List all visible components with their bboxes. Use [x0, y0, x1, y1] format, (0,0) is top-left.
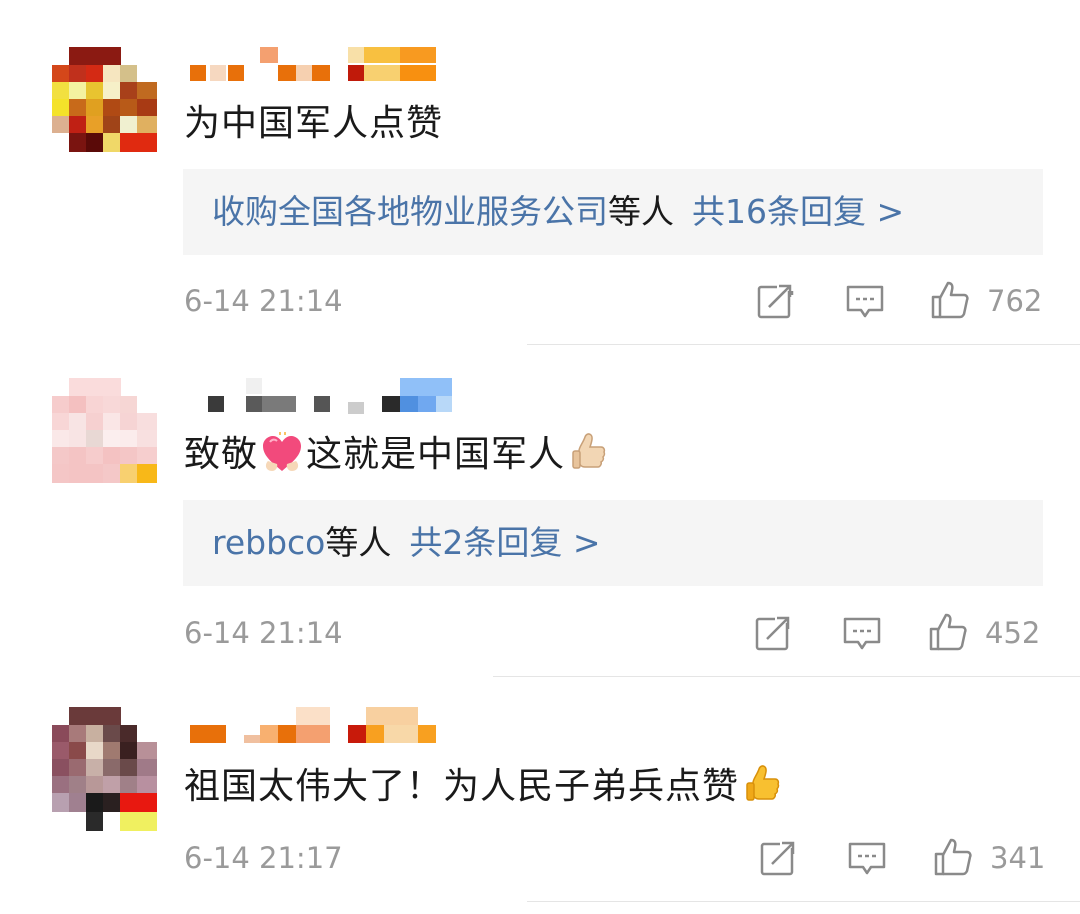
- share-icon[interactable]: [758, 838, 798, 878]
- avatar-mosaic: [52, 707, 157, 831]
- comment-timestamp: 6-14 21:17: [184, 841, 343, 875]
- comment-icon[interactable]: [847, 840, 887, 880]
- comment-text-part: 祖国太伟大了！为人民子弟兵点赞: [184, 766, 740, 807]
- comment-text: 祖国太伟大了！为人民子弟兵点赞: [184, 765, 787, 810]
- divider: [527, 901, 1080, 902]
- username-blurred[interactable]: [190, 707, 470, 743]
- comment-item: 祖国太伟大了！为人民子弟兵点赞 6-14 21:17 341: [0, 0, 1080, 914]
- avatar[interactable]: [52, 707, 157, 831]
- username-mosaic: [190, 707, 436, 743]
- like-count: 341: [990, 841, 1046, 875]
- like-icon[interactable]: [933, 837, 973, 877]
- thumbs-up-emoji: [746, 765, 780, 801]
